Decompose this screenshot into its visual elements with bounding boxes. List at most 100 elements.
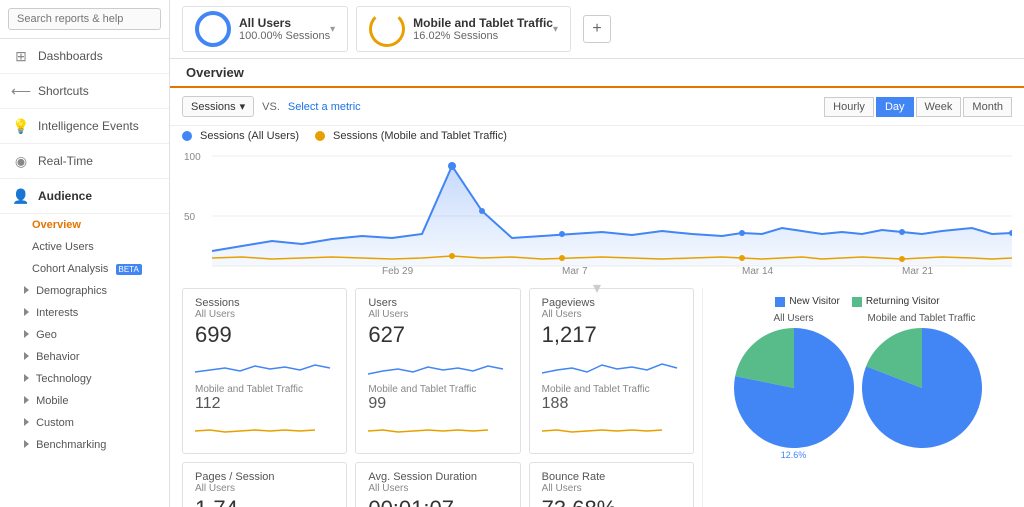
sidebar-sub-technology[interactable]: Technology xyxy=(0,368,169,390)
pageviews-mobile-label: Mobile and Tablet Traffic xyxy=(542,384,681,395)
sidebar-item-dashboards[interactable]: ⊞ Dashboards xyxy=(0,39,169,74)
all-users-circle xyxy=(195,11,231,47)
pie-mobile: Mobile and Tablet Traffic xyxy=(862,313,982,470)
benchmarking-label: Benchmarking xyxy=(36,439,106,451)
avg-session-sub: All Users xyxy=(368,483,507,494)
users-mobile-value: 99 xyxy=(368,395,507,413)
svg-text:Mar 14: Mar 14 xyxy=(742,266,774,276)
pie-mobile-title: Mobile and Tablet Traffic xyxy=(862,313,982,324)
demographics-label: Demographics xyxy=(36,285,107,297)
sidebar-item-intelligence[interactable]: 💡 Intelligence Events xyxy=(0,109,169,144)
sidebar-sub-active-users[interactable]: Active Users xyxy=(0,236,169,258)
overview-label: Overview xyxy=(32,219,81,231)
week-button[interactable]: Week xyxy=(916,97,962,117)
avg-session-value: 00:01:07 xyxy=(368,496,507,507)
pageviews-mini-chart xyxy=(542,352,681,380)
pie-mobile-chart xyxy=(862,328,982,448)
chart-area: 100 50 Feb 29 Mar 7 Mar 14 Mar 21 xyxy=(170,146,1024,276)
legend-mobile: Sessions (Mobile and Tablet Traffic) xyxy=(315,130,507,142)
sidebar-sub-mobile[interactable]: Mobile xyxy=(0,390,169,412)
bounce-value: 73.68% xyxy=(542,496,681,507)
pies-row: All Users 12.6% 87.4% xyxy=(711,313,1004,470)
technology-triangle xyxy=(24,374,29,382)
mobile-triangle xyxy=(24,396,29,404)
users-mobile-chart xyxy=(368,417,507,445)
stats-row-2: Pages / Session All Users 1.74 Mobile an… xyxy=(182,462,694,507)
users-mini-chart xyxy=(368,352,507,380)
all-users-chevron: ▾ xyxy=(330,24,335,35)
stat-card-pageviews: Pageviews All Users 1,217 Mobile and Tab… xyxy=(529,288,694,454)
content-area: Overview Sessions ▾ VS. Select a metric … xyxy=(170,59,1024,507)
pie-all-users-chart xyxy=(734,328,854,448)
time-buttons: Hourly Day Week Month xyxy=(824,97,1012,117)
cohort-label: Cohort Analysis xyxy=(32,263,108,275)
pageviews-mobile-chart xyxy=(542,417,681,445)
search-input[interactable] xyxy=(8,8,161,30)
legend-dot-orange xyxy=(315,131,325,141)
active-users-label: Active Users xyxy=(32,241,94,253)
mobile-tablet-circle xyxy=(369,11,405,47)
chart-scroll-indicator[interactable]: ▾ xyxy=(182,276,1012,300)
sessions-mobile-chart xyxy=(195,417,334,445)
main-content: All Users 100.00% Sessions ▾ Mobile and … xyxy=(170,0,1024,507)
realtime-label: Real-Time xyxy=(38,154,93,168)
legend-label-mobile: Sessions (Mobile and Tablet Traffic) xyxy=(333,130,507,142)
benchmarking-triangle xyxy=(24,440,29,448)
users-sub: All Users xyxy=(368,309,507,320)
dashboards-icon: ⊞ xyxy=(12,47,30,65)
audience-icon: 👤 xyxy=(12,187,30,205)
stat-card-bounce: Bounce Rate All Users 73.68% Mobile and … xyxy=(529,462,694,507)
chart-legend: Sessions (All Users) Sessions (Mobile an… xyxy=(170,126,1024,146)
pageviews-mobile-value: 188 xyxy=(542,395,681,413)
intelligence-icon: 💡 xyxy=(12,117,30,135)
day-button[interactable]: Day xyxy=(876,97,914,117)
stat-card-pages-session: Pages / Session All Users 1.74 Mobile an… xyxy=(182,462,347,507)
line-chart: 100 50 Feb 29 Mar 7 Mar 14 Mar 21 xyxy=(182,146,1012,276)
sidebar-sub-overview[interactable]: Overview xyxy=(0,214,169,236)
stats-row-1: Sessions All Users 699 Mobile and Tablet… xyxy=(182,288,694,454)
sidebar-item-realtime[interactable]: ◉ Real-Time xyxy=(0,144,169,179)
stat-card-users: Users All Users 627 Mobile and Tablet Tr… xyxy=(355,288,520,454)
metric-selector[interactable]: Sessions ▾ xyxy=(182,96,254,117)
avg-session-label: Avg. Session Duration xyxy=(368,471,507,483)
hourly-button[interactable]: Hourly xyxy=(824,97,874,117)
metric-label: Sessions xyxy=(191,101,236,113)
sidebar-sub-interests[interactable]: Interests xyxy=(0,302,169,324)
sidebar-sub-benchmarking[interactable]: Benchmarking xyxy=(0,434,169,456)
behavior-label: Behavior xyxy=(36,351,79,363)
add-segment-button[interactable]: + xyxy=(583,15,611,43)
all-users-name: All Users xyxy=(239,16,330,30)
stats-left: Sessions All Users 699 Mobile and Tablet… xyxy=(182,288,694,507)
custom-triangle xyxy=(24,418,29,426)
sidebar-item-shortcuts[interactable]: ⟵ Shortcuts xyxy=(0,74,169,109)
sidebar-sub-demographics[interactable]: Demographics xyxy=(0,280,169,302)
geo-label: Geo xyxy=(36,329,57,341)
all-users-pct: 100.00% Sessions xyxy=(239,30,330,42)
sidebar-search-container xyxy=(0,0,169,39)
sessions-mobile-label: Mobile and Tablet Traffic xyxy=(195,384,334,395)
select-metric-link[interactable]: Select a metric xyxy=(288,101,361,113)
vs-label: VS. xyxy=(262,101,280,113)
shortcuts-icon: ⟵ xyxy=(12,82,30,100)
sidebar: ⊞ Dashboards ⟵ Shortcuts 💡 Intelligence … xyxy=(0,0,170,507)
pie-section: New Visitor Returning Visitor All Users xyxy=(702,288,1012,507)
sidebar-sub-cohort[interactable]: Cohort Analysis BETA xyxy=(0,258,169,280)
legend-dot-blue xyxy=(182,131,192,141)
bounce-sub: All Users xyxy=(542,483,681,494)
stat-card-sessions: Sessions All Users 699 Mobile and Tablet… xyxy=(182,288,347,454)
segment-mobile-tablet[interactable]: Mobile and Tablet Traffic 16.02% Session… xyxy=(356,6,571,52)
sessions-value: 699 xyxy=(195,322,334,348)
sidebar-sub-geo[interactable]: Geo xyxy=(0,324,169,346)
sidebar-sub-custom[interactable]: Custom xyxy=(0,412,169,434)
sidebar-sub-behavior[interactable]: Behavior xyxy=(0,346,169,368)
metric-chevron: ▾ xyxy=(240,100,246,113)
technology-label: Technology xyxy=(36,373,92,385)
month-button[interactable]: Month xyxy=(963,97,1012,117)
segment-all-users[interactable]: All Users 100.00% Sessions ▾ xyxy=(182,6,348,52)
pie-all-users-returning-label: 87.4% xyxy=(734,460,854,470)
stat-card-avg-session: Avg. Session Duration All Users 00:01:07… xyxy=(355,462,520,507)
pages-session-value: 1.74 xyxy=(195,496,334,507)
sidebar-item-audience[interactable]: 👤 Audience xyxy=(0,179,169,214)
pie-all-users-title: All Users xyxy=(734,313,854,324)
overview-header: Overview xyxy=(170,59,1024,88)
